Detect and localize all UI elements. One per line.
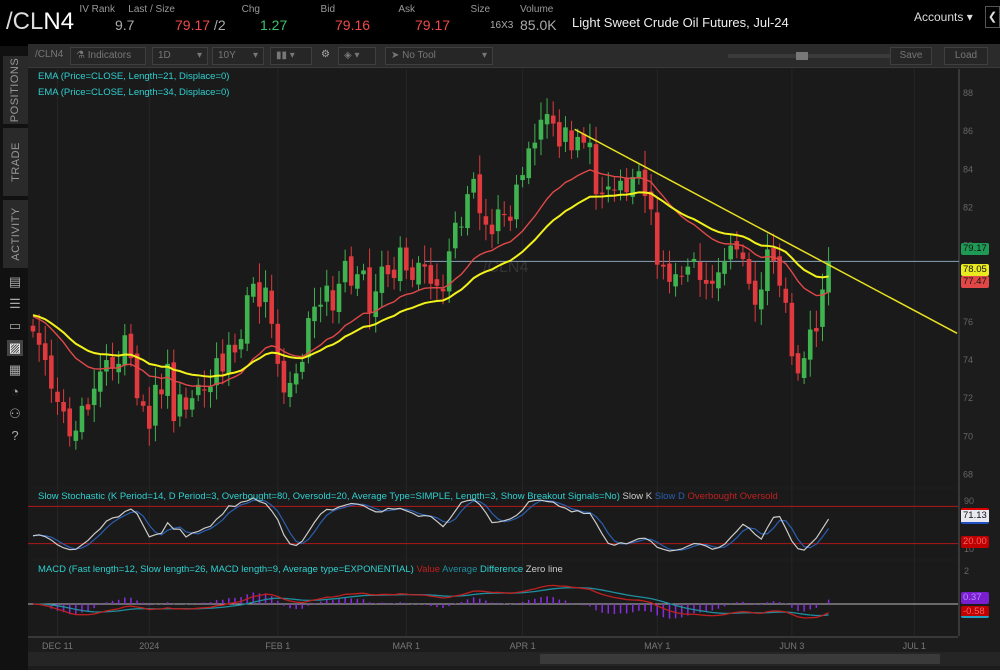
price-tick: 82 xyxy=(963,202,973,212)
price-tick: 74 xyxy=(963,355,973,365)
candle xyxy=(135,345,140,405)
macd-diff-tag: 0.37 xyxy=(961,592,989,604)
quote-number: 16X3 xyxy=(490,20,513,31)
quote-number: 79.17 xyxy=(175,17,210,33)
date-label: 2024 xyxy=(139,641,159,651)
date-label: DEC 11 xyxy=(42,641,73,651)
instrument-description: Light Sweet Crude Oil Futures, Jul-24 xyxy=(572,15,789,30)
candle xyxy=(790,293,795,365)
ema21-tag: 77.47 xyxy=(961,276,989,288)
price-tick: 72 xyxy=(963,393,973,403)
quote-label: IV Rank xyxy=(79,4,115,15)
quote-size: /2 xyxy=(210,17,226,33)
ema34-label[interactable]: EMA (Price=CLOSE, Length=34, Displace=0) xyxy=(38,87,229,98)
date-label: MAY 1 xyxy=(644,641,670,651)
tab-activity[interactable]: ACTIVITY xyxy=(3,200,28,268)
price-tick: 68 xyxy=(963,469,973,479)
sidebar: POSITIONS TRADE ACTIVITY ▤ ☰ ▭ ▨ ▦ ◔ ⚇ ? xyxy=(0,46,28,670)
price-panel xyxy=(28,69,958,487)
macd-label[interactable]: MACD (Fast length=12, Slow length=26, MA… xyxy=(38,564,563,575)
quote-label: Last / Size xyxy=(128,4,175,15)
stoch-axis-90: 90 xyxy=(964,496,974,506)
grid-icon[interactable]: ▦ xyxy=(7,362,23,378)
quote-number: 79.16 xyxy=(335,17,370,33)
quote-label: Chg xyxy=(242,4,260,15)
slow-k-tag: 71.13 xyxy=(961,508,989,524)
quote-number: 1.27 xyxy=(260,17,287,33)
quote-volume: Volume 85.0K xyxy=(520,3,570,33)
price-tick: 84 xyxy=(963,164,973,174)
date-label: APR 1 xyxy=(510,641,536,651)
chart-icon[interactable]: ▨ xyxy=(7,340,23,356)
symbol-title[interactable]: /CLN4 xyxy=(6,8,74,36)
price-tick: 88 xyxy=(963,88,973,98)
scrollbar-thumb[interactable] xyxy=(540,654,940,664)
date-label: MAR 1 xyxy=(393,641,421,651)
price-tick: 76 xyxy=(963,317,973,327)
quote-number: 85.0K xyxy=(520,17,557,33)
candle xyxy=(245,287,250,351)
history-icon[interactable]: ◔ xyxy=(7,384,23,400)
collapse-button[interactable]: ❮ xyxy=(985,6,1000,28)
quote-label: Bid xyxy=(321,4,335,15)
quote-header: /CLN4 IV Rank9.7Last / Size79.17 /2Chg1.… xyxy=(0,0,1000,42)
macd-axis-2: 2 xyxy=(964,566,969,576)
quote-number: 9.7 xyxy=(115,17,134,33)
horizontal-scrollbar[interactable] xyxy=(28,652,1000,666)
ema21-label[interactable]: EMA (Price=CLOSE, Length=21, Displace=0) xyxy=(38,71,229,82)
calendar-icon[interactable]: ▭ xyxy=(7,318,23,334)
price-tick: 70 xyxy=(963,431,973,441)
chart-area[interactable]: /CLN4 ⚗ Indicators 1D ▾ 10Y ▾ ▮▮ ▾ ⚙ ◈ ▾… xyxy=(28,44,1000,670)
news-icon[interactable]: ▤ xyxy=(7,274,23,290)
quote-number: 79.17 xyxy=(415,17,450,33)
date-label: JUL 1 xyxy=(903,641,926,651)
date-label: FEB 1 xyxy=(265,641,290,651)
macd-value-tag: -0.58 xyxy=(961,606,989,618)
ema34-tag: 78.05 xyxy=(961,264,989,276)
community-icon[interactable]: ⚇ xyxy=(7,406,23,422)
help-icon[interactable]: ? xyxy=(7,428,23,444)
last-price-tag: 79.17 xyxy=(961,243,989,255)
watchlist-icon[interactable]: ☰ xyxy=(7,296,23,312)
quote-label: Volume xyxy=(520,4,553,15)
quote-label: Ask xyxy=(398,4,415,15)
stochastic-label[interactable]: Slow Stochastic (K Period=14, D Period=3… xyxy=(38,491,778,502)
oversold-tag: 20.00 xyxy=(961,536,989,548)
price-chart[interactable]: DEC 11 2024 FEB 1 MAR 1 APR 1 MAY 1 JUN 3 JUL 1… xyxy=(28,44,1000,670)
tab-trade[interactable]: TRADE xyxy=(3,128,28,196)
date-label: JUN 3 xyxy=(779,641,804,651)
accounts-dropdown[interactable]: Accounts ▾ xyxy=(914,10,973,24)
quote-value: 85.0K xyxy=(520,17,570,33)
quote-label: Size xyxy=(471,4,490,15)
tab-positions[interactable]: POSITIONS xyxy=(3,56,28,124)
price-tick: 86 xyxy=(963,126,973,136)
